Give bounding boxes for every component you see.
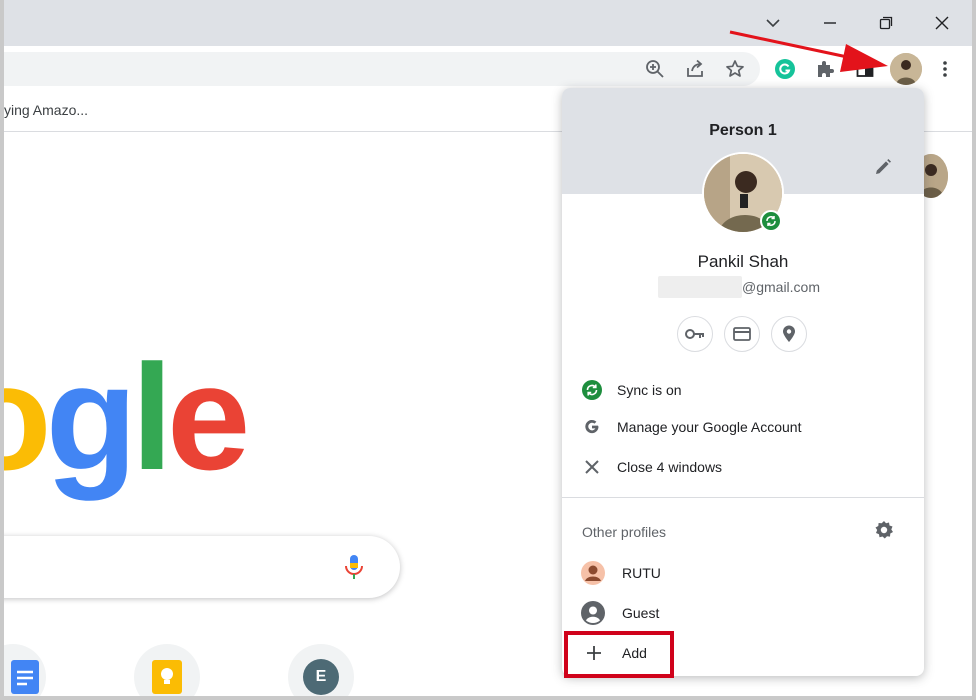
sync-row[interactable]: Sync is on [562, 372, 924, 408]
g-logo-icon [585, 419, 599, 434]
microphone-icon[interactable] [344, 554, 364, 580]
docs-icon [11, 660, 39, 694]
sync-status-icon [582, 380, 602, 400]
add-button-highlight [564, 631, 674, 678]
manage-account-label: Manage your Google Account [617, 419, 802, 435]
shortcut-letter-badge: E [303, 659, 339, 695]
profile-row-guest[interactable]: Guest [562, 595, 924, 631]
bookmark-item[interactable]: ying Amazo... [4, 102, 88, 118]
rutu-avatar [581, 561, 605, 585]
person-avatar-icon [581, 561, 605, 585]
profile-name: Pankil Shah [697, 252, 789, 271]
manage-profiles-button[interactable] [874, 520, 894, 540]
passwords-button[interactable] [677, 316, 713, 352]
addresses-button[interactable] [771, 316, 807, 352]
shortcut-e[interactable]: E [288, 644, 354, 700]
shortcut-docs[interactable] [0, 644, 46, 700]
guest-avatar [581, 601, 605, 625]
email-redacted [658, 276, 742, 298]
sync-icon [766, 216, 776, 226]
payment-card-icon [733, 327, 751, 341]
google-g-icon [582, 417, 602, 437]
x-icon [585, 460, 599, 474]
google-logo: ogle [0, 333, 250, 501]
guest-icon [581, 601, 605, 625]
payment-methods-button[interactable] [724, 316, 760, 352]
rutu-label: RUTU [622, 565, 661, 581]
location-pin-icon [783, 325, 795, 342]
close-windows-label: Close 4 windows [617, 459, 723, 475]
other-profiles-heading: Other profiles [582, 524, 667, 540]
keep-icon [152, 660, 182, 694]
password-key-icon [685, 329, 704, 339]
pencil-icon [876, 159, 891, 174]
guest-label: Guest [622, 605, 660, 621]
manage-account-row[interactable]: Manage your Google Account [562, 409, 924, 445]
gear-icon [875, 521, 893, 539]
shortcut-keep[interactable] [134, 644, 200, 700]
sync-status-badge [760, 210, 782, 232]
close-windows-row[interactable]: Close 4 windows [562, 449, 924, 485]
close-windows-icon [582, 457, 602, 477]
sync-circle-icon [582, 380, 602, 400]
edit-profile-button[interactable] [874, 158, 894, 178]
red-arrow-annotation [729, 30, 888, 72]
shortcut-letter: E [315, 668, 327, 685]
profile-title: Person 1 [709, 122, 777, 139]
profile-row-rutu[interactable]: RUTU [562, 555, 924, 591]
sync-label: Sync is on [617, 382, 682, 398]
section-divider [562, 497, 924, 498]
google-search-box[interactable] [0, 536, 400, 598]
profile-email: @gmail.com [742, 279, 821, 295]
profile-menu-panel: Person 1 Pankil Shah @gmail.com Sync is … [562, 88, 924, 676]
